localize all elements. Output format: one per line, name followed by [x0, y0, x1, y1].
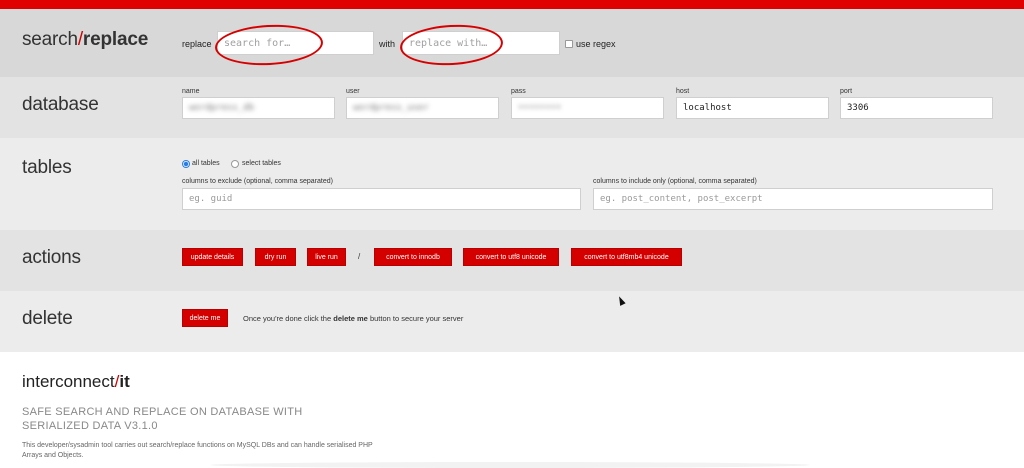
host-label: host	[676, 88, 690, 95]
annotation-circle	[214, 22, 324, 68]
pass-label: pass	[511, 88, 526, 95]
db-name-value: wordpress_db	[189, 103, 255, 113]
top-accent-bar	[0, 0, 1024, 9]
select-tables-label: select tables	[242, 160, 281, 167]
live-run-button[interactable]: live run	[307, 248, 346, 266]
delete-me-button[interactable]: delete me	[182, 309, 228, 327]
port-label: port	[840, 88, 853, 95]
delete-section: delete delete me Once you're done click …	[0, 291, 1024, 352]
db-user-value: wordpress_user	[353, 103, 429, 113]
search-replace-heading: search/replace	[22, 29, 149, 50]
convert-utf8-button[interactable]: convert to utf8 unicode	[463, 248, 559, 266]
use-regex-checkbox[interactable]	[565, 40, 573, 48]
search-replace-section: search/replace replace search for… with …	[0, 9, 1024, 77]
convert-utf8mb4-button[interactable]: convert to utf8mb4 unicode	[571, 248, 682, 266]
db-host-input[interactable]: localhost	[676, 97, 829, 119]
database-section: database name wordpress_db user wordpres…	[0, 77, 1024, 138]
actions-section: actions update details dry run live run …	[0, 230, 1024, 291]
footer-shadow	[210, 462, 810, 468]
db-port-input[interactable]: 3306	[840, 97, 993, 119]
annotation-circle	[399, 22, 504, 68]
database-heading: database	[22, 94, 99, 115]
delete-note: Once you're done click the delete me but…	[243, 314, 464, 323]
include-columns-input[interactable]: eg. post_content, post_excerpt	[593, 188, 993, 210]
include-columns-label: columns to include only (optional, comma…	[593, 178, 757, 185]
with-label: with	[379, 39, 396, 49]
use-regex-label: use regex	[576, 39, 616, 49]
actions-heading: actions	[22, 247, 81, 268]
db-pass-input[interactable]: ••••••••	[511, 97, 664, 119]
app-tagline: SAFE SEARCH AND REPLACE ON DATABASE WITH…	[22, 406, 303, 432]
delete-heading: delete	[22, 308, 73, 329]
dry-run-button[interactable]: dry run	[255, 248, 296, 266]
select-tables-radio[interactable]	[231, 160, 239, 168]
brand-logo: interconnect/it	[22, 372, 130, 391]
actions-separator: /	[358, 252, 361, 261]
update-details-button[interactable]: update details	[182, 248, 243, 266]
db-user-input[interactable]: wordpress_user	[346, 97, 499, 119]
tables-heading: tables	[22, 157, 72, 178]
exclude-columns-label: columns to exclude (optional, comma sepa…	[182, 178, 333, 185]
all-tables-radio[interactable]	[182, 160, 190, 168]
all-tables-label: all tables	[192, 160, 220, 167]
app-description: This developer/sysadmin tool carries out…	[22, 442, 373, 459]
convert-innodb-button[interactable]: convert to innodb	[374, 248, 452, 266]
exclude-columns-input[interactable]: eg. guid	[182, 188, 581, 210]
name-label: name	[182, 88, 200, 95]
tables-section: tables all tables select tables columns …	[0, 138, 1024, 230]
db-pass-value: ••••••••	[518, 103, 562, 113]
user-label: user	[346, 88, 360, 95]
replace-label: replace	[182, 39, 212, 49]
db-name-input[interactable]: wordpress_db	[182, 97, 335, 119]
